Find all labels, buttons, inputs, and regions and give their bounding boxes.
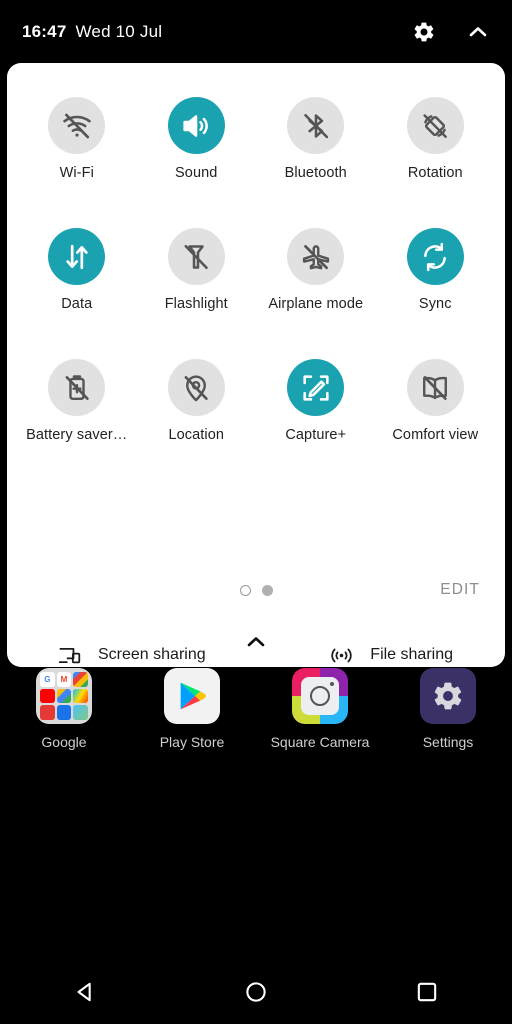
app-square-camera[interactable]: Square Camera	[256, 668, 384, 751]
page-dot-2[interactable]	[261, 584, 273, 596]
status-time: 16:47	[22, 21, 67, 41]
wifi-off-icon	[48, 97, 106, 154]
tile-label: Data	[61, 296, 93, 312]
app-play-store[interactable]: Play Store	[128, 668, 256, 751]
tile-capture-plus[interactable]: Capture+	[256, 351, 376, 480]
tile-comfort-view[interactable]: Comfort view	[376, 351, 496, 480]
tile-label: Location	[168, 427, 225, 443]
app-label: Play Store	[159, 734, 225, 750]
tile-label: Airplane mode	[268, 296, 364, 312]
mobile-data-icon	[48, 228, 106, 285]
tile-rotation[interactable]: Rotation	[376, 89, 496, 218]
status-date: Wed 10 Jul	[75, 21, 163, 41]
collapse-panel-button[interactable]	[7, 627, 505, 661]
edit-button[interactable]: EDIT	[440, 581, 480, 599]
app-label: Google	[41, 734, 87, 750]
tile-label: Wi-Fi	[59, 165, 94, 181]
tile-label: Capture+	[285, 427, 347, 443]
recents-square-icon[interactable]	[413, 978, 441, 1006]
tile-sync[interactable]: Sync	[376, 220, 496, 349]
back-triangle-icon[interactable]	[71, 978, 99, 1006]
quick-settings-panel: Wi-Fi Sound Bluetooth Rotation Data Flas…	[7, 63, 505, 667]
battery-saver-off-icon	[48, 359, 106, 416]
tile-battery-saver[interactable]: Battery saver…	[17, 351, 137, 480]
status-bar-actions	[412, 20, 490, 44]
tile-location[interactable]: Location	[137, 351, 257, 480]
tile-label: Rotation	[407, 165, 463, 181]
play-store-icon	[164, 668, 220, 724]
tile-data[interactable]: Data	[17, 220, 137, 349]
app-google-folder[interactable]: G M Google	[0, 668, 128, 751]
tile-label: Flashlight	[164, 296, 228, 312]
capture-plus-icon	[287, 359, 345, 416]
gear-icon[interactable]	[412, 20, 436, 44]
square-camera-icon	[292, 668, 348, 724]
home-screen: G M Google Play Store Square Camera Sett…	[0, 660, 512, 960]
app-label: Settings	[422, 734, 474, 750]
app-row: G M Google Play Store Square Camera Sett…	[0, 668, 512, 751]
app-label: Square Camera	[270, 734, 370, 750]
home-circle-icon[interactable]	[242, 978, 270, 1006]
tile-flashlight[interactable]: Flashlight	[137, 220, 257, 349]
bluetooth-off-icon	[287, 97, 345, 154]
tile-bluetooth[interactable]: Bluetooth	[256, 89, 376, 218]
google-folder-icon: G M	[36, 668, 92, 724]
status-bar: 16:47 Wed 10 Jul	[0, 0, 512, 63]
airplane-off-icon	[287, 228, 345, 285]
tile-label: Sync	[418, 296, 452, 312]
tile-airplane-mode[interactable]: Airplane mode	[256, 220, 376, 349]
chevron-up-icon	[244, 630, 268, 659]
location-off-icon	[167, 359, 225, 416]
sound-on-icon	[167, 97, 225, 154]
tile-wifi[interactable]: Wi-Fi	[17, 89, 137, 218]
app-settings[interactable]: Settings	[384, 668, 512, 751]
tile-label: Sound	[175, 165, 218, 181]
page-dot-1[interactable]	[239, 584, 251, 596]
comfort-view-off-icon	[406, 359, 464, 416]
page-indicator[interactable]	[7, 584, 505, 596]
pager-row: EDIT	[7, 568, 505, 612]
sync-icon	[406, 228, 464, 285]
phone-screen: 16:47 Wed 10 Jul Wi-Fi Sound Bluetooth R…	[0, 0, 512, 1024]
rotation-lock-icon	[406, 97, 464, 154]
tile-label: Bluetooth	[284, 165, 347, 181]
flashlight-off-icon	[167, 228, 225, 285]
quick-settings-tiles: Wi-Fi Sound Bluetooth Rotation Data Flas…	[7, 63, 505, 480]
tile-label: Comfort view	[392, 427, 479, 443]
tile-sound[interactable]: Sound	[137, 89, 257, 218]
settings-gear-icon	[420, 668, 476, 724]
navigation-bar	[0, 960, 512, 1024]
chevron-up-icon[interactable]	[466, 20, 490, 44]
tile-label: Battery saver…	[26, 427, 128, 443]
